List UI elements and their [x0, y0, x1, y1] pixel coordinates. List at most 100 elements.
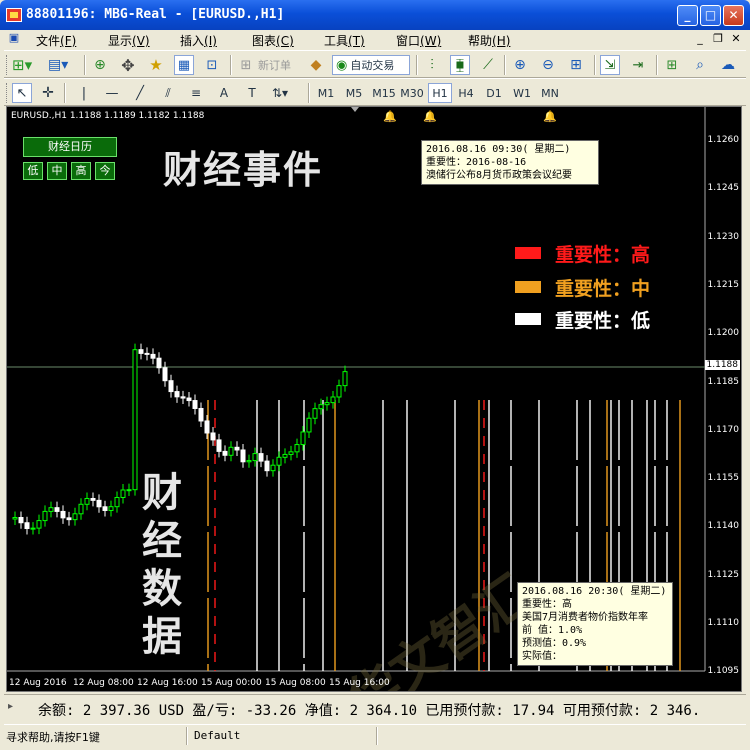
price-tick: 1.1230 — [707, 231, 740, 242]
terminal-toggle-icon[interactable]: ▸ — [8, 701, 13, 712]
candle-body — [282, 453, 288, 458]
menu-view[interactable]: 显示(V) — [108, 32, 150, 49]
candle-body — [108, 506, 114, 511]
arrows-icon[interactable]: ⇅▾ — [270, 83, 290, 103]
timeframe-m5[interactable]: M5 — [342, 83, 366, 103]
timeframe-m1[interactable]: M1 — [314, 83, 338, 103]
candle-body — [312, 408, 318, 419]
market-watch-icon[interactable]: ⊕ — [90, 55, 110, 75]
favorites-icon[interactable]: ★ — [146, 55, 166, 75]
indicators-icon[interactable]: ⊞ — [662, 55, 682, 75]
candle-body — [294, 444, 300, 453]
auto-scroll-icon[interactable]: ⇲ — [600, 55, 620, 75]
candle-body — [102, 506, 108, 511]
menu-tools[interactable]: 工具(T) — [324, 32, 365, 49]
navigator-icon[interactable]: ✥ — [118, 55, 138, 75]
timeframe-h4[interactable]: H4 — [454, 83, 478, 103]
text-icon[interactable]: A — [214, 83, 234, 103]
filter-today-button[interactable]: 今 — [95, 162, 115, 180]
community-icon[interactable]: ☁ — [718, 55, 738, 75]
candlestick-icon[interactable]: ⧯ — [450, 55, 470, 75]
terminal-icon[interactable]: ▦ — [174, 55, 194, 75]
tile-windows-icon[interactable]: ⊞ — [566, 55, 586, 75]
calendar-button[interactable]: 财经日历 — [23, 137, 117, 157]
fibonacci-icon[interactable]: ≡ — [186, 83, 206, 103]
legend-swatch-mid — [515, 281, 541, 293]
zoom-out-icon[interactable]: ⊖ — [538, 55, 558, 75]
timeframe-m30[interactable]: M30 — [398, 83, 426, 103]
line-chart-icon[interactable]: ⟋ — [478, 55, 498, 75]
timeframe-w1[interactable]: W1 — [510, 83, 534, 103]
candle-body — [24, 522, 30, 530]
cursor-icon[interactable]: ↖ — [12, 83, 32, 103]
toolbar-grip[interactable] — [6, 55, 9, 75]
menu-help[interactable]: 帮助(H) — [468, 32, 510, 49]
horizontal-line-icon[interactable]: — — [102, 83, 122, 103]
account-bar: ▸ 余额: 2 397.36 USD 盈/亏: -33.26 净值: 2 364… — [4, 694, 746, 722]
legend-label-low: 重要性：低 — [555, 309, 651, 332]
menu-insert[interactable]: 插入(I) — [180, 32, 217, 49]
title-bar[interactable]: 88801196: MBG-Real - [EURUSD.,H1] _ □ ✕ — [0, 0, 750, 30]
event-tooltip-top: 2016.08.16 09:30( 星期二) 重要性：2016-08-16 澳储… — [421, 140, 599, 185]
window-title: 88801196: MBG-Real - [EURUSD.,H1] — [26, 7, 285, 22]
candle-body — [78, 503, 84, 515]
auto-trading-icon: ◉ — [336, 57, 348, 73]
candle-body — [138, 349, 144, 354]
maximize-button[interactable]: □ — [700, 5, 721, 26]
text-label-icon[interactable]: T — [242, 83, 262, 103]
alert-bell-icon: 🔔 — [383, 110, 397, 123]
candle-body — [126, 489, 132, 492]
timeframe-m15[interactable]: M15 — [370, 83, 398, 103]
filter-mid-button[interactable]: 中 — [47, 162, 67, 180]
candle-body — [90, 497, 96, 501]
legend-label-high: 重要性：高 — [555, 243, 651, 266]
chart-area[interactable]: 🔔 🔔 🔔 EURUSD.,H1 1.1188 1.1189 1.1182 1.11… — [6, 106, 742, 692]
new-order-button[interactable]: 新订单 — [258, 57, 291, 73]
timeframe-mn[interactable]: MN — [538, 83, 562, 103]
zoom-in-icon[interactable]: ⊕ — [510, 55, 530, 75]
time-tick: 12 Aug 16:00 — [137, 678, 198, 688]
candle-body — [120, 489, 126, 498]
time-tick: 12 Aug 2016 — [9, 678, 67, 688]
mdi-close-button[interactable]: ✕ — [728, 32, 744, 47]
equidistant-channel-icon[interactable]: ⫽ — [158, 83, 178, 103]
candle-body — [318, 404, 324, 410]
candle-body — [96, 499, 102, 508]
auto-trading-button[interactable]: ◉ 自动交易 — [332, 55, 410, 75]
menu-charts[interactable]: 图表(C) — [252, 32, 294, 49]
candle-body — [144, 352, 150, 355]
mdi-restore-button[interactable]: ❐ — [710, 32, 726, 47]
price-tick: 1.1125 — [707, 569, 740, 580]
minimize-button[interactable]: _ — [677, 5, 698, 26]
filter-low-button[interactable]: 低 — [23, 162, 43, 180]
new-order-icon[interactable]: ⊞ — [236, 55, 256, 75]
trendline-icon[interactable]: ╱ — [130, 83, 150, 103]
bar-chart-icon[interactable]: ⫶ — [422, 55, 442, 75]
candle-body — [42, 510, 48, 522]
timeframe-h1[interactable]: H1 — [428, 83, 452, 103]
chart-window-icon[interactable]: ▣ — [6, 31, 22, 46]
candle-body — [18, 517, 24, 524]
metaeditor-icon[interactable]: ◆ — [306, 55, 326, 75]
timeframe-d1[interactable]: D1 — [482, 83, 506, 103]
drawing-toolbar: ↖ ✛ | — ╱ ⫽ ≡ A T ⇅▾ M1 M5 M15 M30 H1 H4… — [4, 78, 746, 106]
menu-window[interactable]: 窗口(W) — [396, 32, 441, 49]
candle-body — [180, 396, 186, 399]
chart-shift-icon[interactable]: ⇥ — [628, 55, 648, 75]
mdi-minimize-button[interactable]: _ — [692, 32, 708, 47]
candle-body — [156, 357, 162, 369]
search-icon[interactable]: ⌕ — [690, 55, 710, 75]
profiles-icon[interactable]: ▤▾ — [48, 55, 68, 75]
candle-body — [66, 517, 72, 521]
crosshair-icon[interactable]: ✛ — [38, 83, 58, 103]
close-button[interactable]: ✕ — [723, 5, 744, 26]
tester-icon[interactable]: ⊡ — [202, 55, 222, 75]
menu-file[interactable]: 文件(F) — [36, 32, 76, 49]
new-chart-icon[interactable]: ⊞▾ — [12, 55, 32, 75]
tooltip-line: 实际值： — [522, 651, 562, 662]
vertical-line-icon[interactable]: | — [74, 83, 94, 103]
candle-body — [216, 439, 222, 452]
filter-high-button[interactable]: 高 — [71, 162, 91, 180]
toolbar-grip-2[interactable] — [6, 83, 9, 103]
price-tick: 1.1260 — [707, 135, 740, 145]
